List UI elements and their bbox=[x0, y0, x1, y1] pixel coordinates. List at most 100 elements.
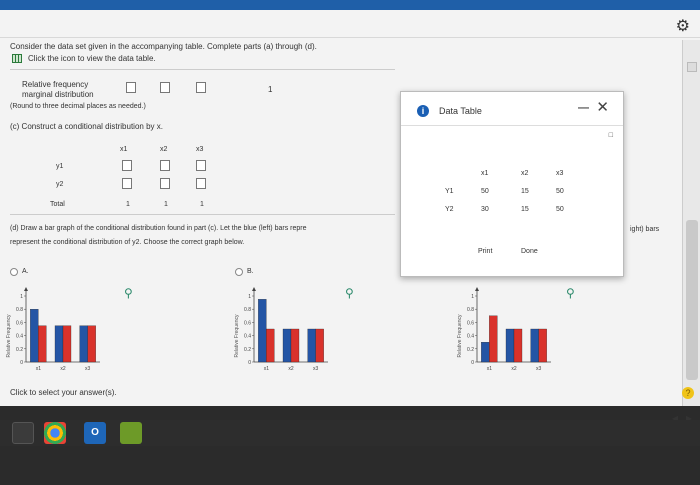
bar bbox=[530, 328, 539, 363]
gear-icon[interactable]: ⚙ bbox=[676, 16, 690, 36]
x-tick-label: x3 bbox=[536, 366, 542, 372]
option-b-radio[interactable] bbox=[235, 268, 243, 276]
data-table-icon[interactable] bbox=[12, 54, 22, 63]
axis-arrow bbox=[24, 287, 28, 291]
option-b-zoom-icon[interactable]: ⚲ bbox=[345, 287, 357, 299]
info-icon: i bbox=[417, 105, 429, 117]
part-d-line-2: represent the conditional distribution o… bbox=[10, 239, 245, 246]
bar bbox=[307, 328, 316, 363]
page-header: ⚙ bbox=[0, 10, 700, 38]
option-c-zoom-icon[interactable]: ⚲ bbox=[566, 287, 578, 299]
data-col-x3: x3 bbox=[556, 170, 564, 177]
done-button[interactable]: Done bbox=[521, 248, 538, 255]
data-table-dialog: i Data Table — ✕ □ x1 x2 x3 Y1 50 15 50 … bbox=[400, 91, 624, 277]
y-tick-label: 0.6 bbox=[244, 320, 251, 326]
close-icon[interactable]: ✕ bbox=[596, 98, 609, 116]
part-d-tail: ight) bars bbox=[630, 226, 660, 233]
data-col-x2: x2 bbox=[521, 170, 529, 177]
marginal-input-2[interactable] bbox=[160, 82, 170, 93]
x-tick-label: x2 bbox=[511, 366, 517, 372]
x-tick-label: x1 bbox=[264, 366, 270, 372]
axis-arrow bbox=[252, 287, 256, 291]
minimize-icon[interactable]: — bbox=[578, 102, 589, 114]
bar bbox=[538, 328, 547, 363]
cond-col-x1: x1 bbox=[120, 146, 128, 153]
option-a-chart[interactable]: Relative Frequency 0 0.2 0.4 0.6 0.8 1 x1 x2 x3 bbox=[4, 284, 104, 376]
copy-icon[interactable]: □ bbox=[609, 132, 613, 139]
bar bbox=[30, 309, 39, 363]
data-table-link[interactable]: Click the icon to view the data table. bbox=[28, 54, 156, 63]
marginal-label-2: marginal distribution bbox=[22, 90, 94, 99]
y-tick-label: 0.8 bbox=[244, 307, 251, 313]
y-tick-label: 1 bbox=[248, 294, 251, 300]
x-tick-label: x2 bbox=[60, 366, 66, 372]
data-col-x1: x1 bbox=[481, 170, 489, 177]
cond-input-y2-x3[interactable] bbox=[196, 178, 206, 189]
dialog-divider bbox=[401, 125, 623, 126]
cond-input-y1-x1[interactable] bbox=[122, 160, 132, 171]
round-note: (Round to three decimal places as needed… bbox=[10, 103, 146, 110]
browser-top-bar bbox=[0, 0, 700, 10]
marginal-total: 1 bbox=[268, 85, 273, 94]
question-intro: Consider the data set given in the accom… bbox=[10, 42, 317, 51]
divider bbox=[10, 214, 395, 215]
x-tick-label: x2 bbox=[288, 366, 294, 372]
y-tick-label: 0.8 bbox=[467, 307, 474, 313]
y-tick-label: 0.2 bbox=[244, 347, 251, 353]
help-icon[interactable]: ? bbox=[682, 387, 694, 399]
divider bbox=[10, 69, 395, 70]
cond-total-label: Total bbox=[50, 201, 65, 208]
y-tick-label: 0.4 bbox=[16, 334, 23, 340]
data-cell: 50 bbox=[481, 188, 489, 195]
cond-col-x3: x3 bbox=[196, 146, 204, 153]
print-button[interactable]: Print bbox=[478, 248, 492, 255]
data-cell: 50 bbox=[556, 206, 564, 213]
cond-total-x2: 1 bbox=[164, 201, 168, 208]
cond-input-y2-x2[interactable] bbox=[160, 178, 170, 189]
bar bbox=[505, 328, 515, 363]
cond-col-x2: x2 bbox=[160, 146, 168, 153]
cond-total-x3: 1 bbox=[200, 201, 204, 208]
vertical-scrollbar[interactable] bbox=[682, 40, 700, 406]
option-b-chart[interactable]: Relative Frequency 0 0.2 0.4 0.6 0.8 1 x1 x2 x3 bbox=[232, 284, 332, 376]
cond-input-y1-x3[interactable] bbox=[196, 160, 206, 171]
cond-row-y2: y2 bbox=[56, 181, 64, 188]
bar bbox=[489, 315, 498, 363]
bar bbox=[79, 325, 88, 363]
dialog-title: Data Table bbox=[439, 106, 482, 116]
option-a-zoom-icon[interactable]: ⚲ bbox=[124, 287, 136, 299]
outlook-icon[interactable]: O bbox=[84, 422, 106, 444]
app-icon[interactable] bbox=[120, 422, 142, 444]
bar bbox=[315, 328, 324, 363]
part-d-line-1: (d) Draw a bar graph of the conditional … bbox=[10, 225, 307, 232]
option-b-label: B. bbox=[247, 268, 254, 275]
option-a-label: A. bbox=[22, 268, 29, 275]
cond-input-y1-x2[interactable] bbox=[160, 160, 170, 171]
marginal-input-3[interactable] bbox=[196, 82, 206, 93]
page: ⚙ Consider the data set given in the acc… bbox=[0, 10, 700, 406]
option-a-radio[interactable] bbox=[10, 268, 18, 276]
folder-icon[interactable] bbox=[12, 422, 34, 444]
cond-input-y2-x1[interactable] bbox=[122, 178, 132, 189]
scroll-thumb[interactable] bbox=[686, 220, 698, 380]
cond-row-y1: y1 bbox=[56, 163, 64, 170]
bar bbox=[481, 342, 490, 363]
marginal-input-1[interactable] bbox=[126, 82, 136, 93]
bar bbox=[290, 328, 300, 363]
scroll-up-button[interactable] bbox=[687, 62, 697, 72]
data-cell: 15 bbox=[521, 206, 529, 213]
data-row-label-y1: Y1 bbox=[445, 188, 454, 195]
y-tick-label: 1 bbox=[471, 294, 474, 300]
data-cell: 50 bbox=[556, 188, 564, 195]
select-hint: Click to select your answer(s). bbox=[10, 388, 117, 397]
y-tick-label: 1 bbox=[20, 294, 23, 300]
y-tick-label: 0.6 bbox=[16, 320, 23, 326]
y-axis-label: Relative Frequency bbox=[457, 314, 463, 358]
option-c-chart[interactable]: Relative Frequency 0 0.2 0.4 0.6 0.8 1 x1 x2 x3 bbox=[455, 284, 555, 376]
axis-arrow bbox=[475, 287, 479, 291]
y-tick-label: 0.6 bbox=[467, 320, 474, 326]
y-tick-label: 0.8 bbox=[16, 307, 23, 313]
taskbar: O bbox=[0, 420, 700, 446]
chrome-icon[interactable] bbox=[44, 422, 66, 444]
x-tick-label: x3 bbox=[313, 366, 319, 372]
